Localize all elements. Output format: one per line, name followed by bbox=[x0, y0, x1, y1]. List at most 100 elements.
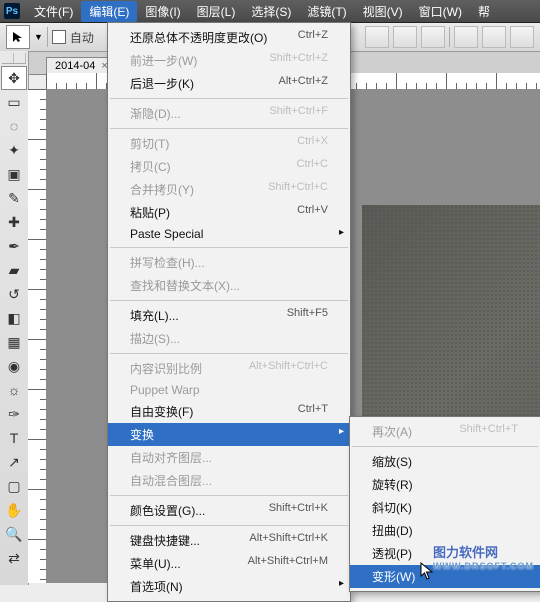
submenu-item[interactable]: 扭曲(D) bbox=[350, 519, 540, 542]
align-btn-3[interactable] bbox=[421, 26, 445, 48]
submenu-item-label: 缩放(S) bbox=[372, 453, 412, 470]
submenu-item[interactable]: 变形(W) bbox=[350, 565, 540, 588]
menu-separator bbox=[110, 128, 348, 129]
menu-item-shortcut: Alt+Ctrl+Z bbox=[278, 75, 328, 92]
menu-item-label: Puppet Warp bbox=[130, 383, 200, 397]
menu-item[interactable]: 填充(L)... Shift+F5 bbox=[108, 304, 350, 327]
menu-item-label: 变换 bbox=[130, 426, 154, 443]
menu-separator bbox=[110, 353, 348, 354]
app-logo: Ps bbox=[4, 3, 20, 19]
menu-window[interactable]: 窗口(W) bbox=[411, 1, 470, 22]
menu-item-label: 粘贴(P) bbox=[130, 204, 170, 221]
menu-item[interactable]: 自由变换(F)Ctrl+T bbox=[108, 400, 350, 423]
menu-item[interactable]: 键盘快捷键... Alt+Shift+Ctrl+K bbox=[108, 529, 350, 552]
align-btn-5[interactable] bbox=[482, 26, 506, 48]
menu-separator bbox=[110, 300, 348, 301]
path-tool-icon[interactable]: ↗ bbox=[1, 450, 27, 474]
move-tool-icon[interactable]: ✥ bbox=[1, 66, 27, 90]
menu-item-shortcut: Shift+Ctrl+Z bbox=[269, 52, 328, 69]
ruler-vertical bbox=[28, 89, 47, 583]
menu-item-shortcut: Shift+F5 bbox=[287, 307, 328, 324]
submenu-item[interactable]: 透视(P) bbox=[350, 542, 540, 565]
stamp-tool-icon[interactable]: ▰ bbox=[1, 258, 27, 282]
menu-view[interactable]: 视图(V) bbox=[355, 1, 411, 22]
menu-item[interactable]: 后退一步(K)Alt+Ctrl+Z bbox=[108, 72, 350, 95]
menu-item[interactable]: 菜单(U)...Alt+Shift+Ctrl+M bbox=[108, 552, 350, 575]
menu-file[interactable]: 文件(F) bbox=[26, 1, 81, 22]
menu-item-shortcut: Ctrl+C bbox=[297, 158, 328, 175]
menu-item[interactable]: 变换 bbox=[108, 423, 350, 446]
menu-item-label: 自动混合图层... bbox=[130, 472, 212, 489]
type-tool-icon[interactable]: T bbox=[1, 426, 27, 450]
menu-item-label: 描边(S)... bbox=[130, 330, 180, 347]
submenu-item[interactable]: 缩放(S) bbox=[350, 450, 540, 473]
menu-item: 前进一步(W) Shift+Ctrl+Z bbox=[108, 49, 350, 72]
menu-layer[interactable]: 图层(L) bbox=[189, 1, 244, 22]
menu-item-shortcut: Ctrl+X bbox=[297, 135, 328, 152]
menu-item-label: 渐隐(D)... bbox=[130, 105, 181, 122]
menu-item-label: Paste Special bbox=[130, 227, 203, 241]
submenu-item[interactable]: 斜切(K) bbox=[350, 496, 540, 519]
menu-item-shortcut: Alt+Shift+Ctrl+C bbox=[249, 360, 328, 377]
menu-item: 合并拷贝(Y)Shift+Ctrl+C bbox=[108, 178, 350, 201]
menu-item-label: 键盘快捷键... bbox=[130, 532, 200, 549]
menu-item-shortcut: Ctrl+V bbox=[297, 204, 328, 221]
transform-submenu: 再次(A) Shift+Ctrl+T 缩放(S) 旋转(R)斜切(K) 扭曲(D) 透视(… bbox=[349, 416, 540, 592]
menu-item[interactable]: 颜色设置(G)...Shift+Ctrl+K bbox=[108, 499, 350, 522]
menu-item-label: 前进一步(W) bbox=[130, 52, 197, 69]
menu-separator bbox=[110, 525, 348, 526]
color-swap-icon[interactable]: ⇄ bbox=[1, 546, 27, 570]
menu-item-label: 合并拷贝(Y) bbox=[130, 181, 194, 198]
toolbox-grip[interactable] bbox=[2, 53, 26, 64]
history-brush-icon[interactable]: ↺ bbox=[1, 282, 27, 306]
menu-item[interactable]: 粘贴(P) Ctrl+V bbox=[108, 201, 350, 224]
align-btn-6[interactable] bbox=[510, 26, 534, 48]
menu-item-label: 填充(L)... bbox=[130, 307, 179, 324]
menu-item[interactable]: 首选项(N) bbox=[108, 575, 350, 598]
menu-item: 内容识别比例Alt+Shift+Ctrl+C bbox=[108, 357, 350, 380]
submenu-item-shortcut: Shift+Ctrl+T bbox=[459, 423, 518, 440]
blur-tool-icon[interactable]: ◉ bbox=[1, 354, 27, 378]
menu-select[interactable]: 选择(S) bbox=[243, 1, 299, 22]
submenu-item-label: 扭曲(D) bbox=[372, 522, 413, 539]
menu-item-shortcut: Alt+Shift+Ctrl+K bbox=[249, 532, 328, 549]
submenu-item-label: 变形(W) bbox=[372, 568, 415, 585]
auto-select-checkbox[interactable] bbox=[52, 30, 66, 44]
submenu-item-label: 再次(A) bbox=[372, 423, 412, 440]
menu-image[interactable]: 图像(I) bbox=[137, 1, 188, 22]
menu-item-label: 自动对齐图层... bbox=[130, 449, 212, 466]
align-btn-2[interactable] bbox=[393, 26, 417, 48]
menu-item-label: 拼写检查(H)... bbox=[130, 254, 205, 271]
wand-tool-icon[interactable]: ✦ bbox=[1, 138, 27, 162]
eraser-tool-icon[interactable]: ◧ bbox=[1, 306, 27, 330]
shape-tool-icon[interactable]: ▢ bbox=[1, 474, 27, 498]
edit-menu-dropdown: 还原总体不透明度更改(O) Ctrl+Z 前进一步(W) Shift+Ctrl+Z 后退… bbox=[107, 22, 351, 602]
submenu-item[interactable]: 旋转(R) bbox=[350, 473, 540, 496]
menu-item[interactable]: 还原总体不透明度更改(O) Ctrl+Z bbox=[108, 26, 350, 49]
pen-tool-icon[interactable]: ✑ bbox=[1, 402, 27, 426]
crop-tool-icon[interactable]: ▣ bbox=[1, 162, 27, 186]
healing-tool-icon[interactable]: ✚ bbox=[1, 210, 27, 234]
align-btn-1[interactable] bbox=[365, 26, 389, 48]
tool-preset[interactable] bbox=[6, 25, 30, 49]
align-btn-4[interactable] bbox=[454, 26, 478, 48]
menu-separator bbox=[352, 446, 538, 447]
hand-tool-icon[interactable]: ✋ bbox=[1, 498, 27, 522]
menu-item: 查找和替换文本(X)... bbox=[108, 274, 350, 297]
auto-select-label: 自动 bbox=[70, 29, 94, 46]
menu-item[interactable]: Paste Special bbox=[108, 224, 350, 244]
zoom-tool-icon[interactable]: 🔍 bbox=[1, 522, 27, 546]
menu-edit[interactable]: 编辑(E) bbox=[81, 1, 137, 22]
menu-filter[interactable]: 滤镜(T) bbox=[299, 1, 354, 22]
menu-item-label: 剪切(T) bbox=[130, 135, 169, 152]
dodge-tool-icon[interactable]: ☼ bbox=[1, 378, 27, 402]
lasso-tool-icon[interactable]: ◌ bbox=[1, 114, 27, 138]
gradient-tool-icon[interactable]: ▦ bbox=[1, 330, 27, 354]
marquee-tool-icon[interactable]: ▭ bbox=[1, 90, 27, 114]
menu-item: 自动混合图层... bbox=[108, 469, 350, 492]
menu-item-shortcut: Ctrl+Z bbox=[298, 29, 328, 46]
eyedropper-tool-icon[interactable]: ✎ bbox=[1, 186, 27, 210]
brush-tool-icon[interactable]: ✒ bbox=[1, 234, 27, 258]
menu-help[interactable]: 帮 bbox=[470, 1, 498, 22]
menu-item-label: 还原总体不透明度更改(O) bbox=[130, 29, 267, 46]
